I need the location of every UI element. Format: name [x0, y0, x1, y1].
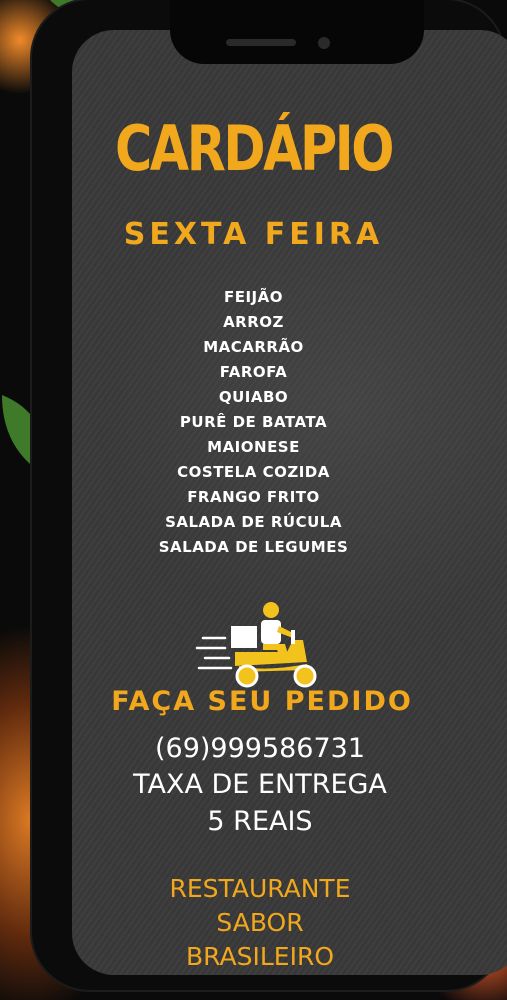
delivery-fee-value: 5 REAIS	[207, 806, 313, 837]
menu-day: SEXTA FEIRA	[123, 217, 384, 252]
menu-item: MAIONESE	[207, 438, 300, 456]
menu-item: FRANGO FRITO	[187, 488, 320, 506]
menu-item: COSTELA COZIDA	[177, 463, 330, 481]
menu-item: FAROFA	[219, 363, 288, 381]
delivery-fee-label: TAXA DE ENTREGA	[133, 769, 387, 800]
restaurant-name-line: RESTAURANTE	[169, 874, 351, 903]
menu-item: QUIABO	[218, 388, 289, 406]
menu-item: PURÊ DE BATATA	[179, 413, 328, 431]
menu-items-list: FEIJÃO ARROZ MACARRÃO FAROFA QUIABO PURÊ…	[0, 285, 507, 560]
order-call-to-action: FAÇA SEU PEDIDO	[111, 686, 413, 717]
menu-title: CARDÁPIO	[114, 112, 395, 185]
order-phone-number[interactable]: (69)999586731	[0, 735, 507, 762]
restaurant-name-line: SABOR	[216, 908, 304, 937]
delivery-scooter-icon	[195, 602, 317, 688]
camera-icon	[318, 37, 330, 49]
menu-item: SALADA DE LEGUMES	[158, 538, 349, 556]
menu-item: FEIJÃO	[223, 288, 283, 306]
menu-item: SALADA DE RÚCULA	[165, 513, 342, 531]
phone-notch	[170, 0, 424, 64]
speaker-icon	[226, 39, 296, 46]
menu-item: ARROZ	[223, 313, 284, 331]
restaurant-name: RESTAURANTE SABOR BRASILEIRO	[0, 872, 507, 974]
menu-item: MACARRÃO	[203, 338, 304, 356]
restaurant-name-line: BRASILEIRO	[186, 942, 334, 971]
